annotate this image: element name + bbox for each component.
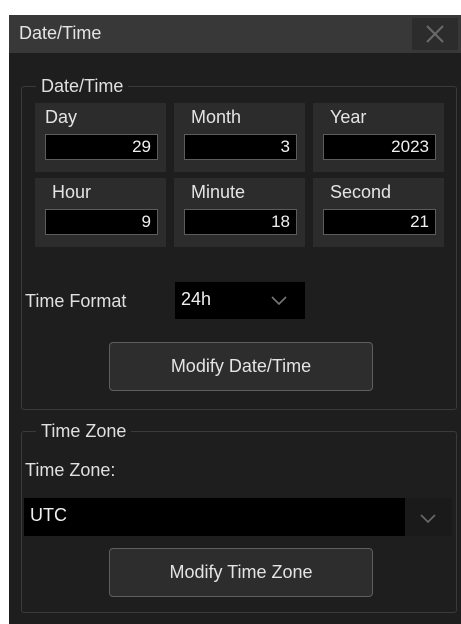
month-input[interactable]: 3 [184, 134, 297, 160]
minute-label: Minute [191, 182, 246, 202]
close-button[interactable] [412, 18, 458, 50]
second-cell: Second 21 [313, 178, 444, 247]
year-label: Year [330, 107, 367, 127]
dialog-titlebar: Date/Time [9, 15, 461, 53]
day-label: Day [45, 107, 78, 127]
day-input[interactable]: 29 [45, 134, 158, 160]
timezone-group-legend: Time Zone [36, 421, 132, 441]
day-cell: Day 29 [35, 103, 166, 172]
month-cell: Month 3 [174, 103, 305, 172]
datetime-dialog: Date/Time Date/Time Day 29 Month 3 Year … [9, 15, 461, 624]
close-icon [426, 25, 444, 43]
year-cell: Year 2023 [313, 103, 444, 172]
dialog-title: Date/Time [19, 23, 102, 43]
modify-timezone-button[interactable]: Modify Time Zone [109, 548, 373, 597]
hour-cell: Hour 9 [35, 178, 166, 247]
timezone-label: Time Zone: [25, 460, 116, 480]
chevron-down-icon [271, 296, 287, 306]
chevron-down-icon [420, 514, 436, 524]
modify-datetime-button[interactable]: Modify Date/Time [109, 342, 373, 391]
minute-input[interactable]: 18 [184, 209, 297, 235]
timezone-value: UTC [30, 505, 67, 525]
hour-input[interactable]: 9 [45, 209, 158, 235]
time-format-select[interactable]: 24h [175, 282, 305, 319]
hour-label: Hour [52, 182, 92, 202]
second-input[interactable]: 21 [323, 209, 436, 235]
timezone-select[interactable]: UTC [24, 498, 452, 536]
datetime-group-legend: Date/Time [36, 76, 129, 96]
minute-cell: Minute 18 [174, 178, 305, 247]
second-label: Second [330, 182, 392, 202]
time-format-label: Time Format [25, 291, 127, 311]
time-format-value: 24h [181, 289, 212, 309]
timezone-dropdown-button[interactable] [405, 498, 452, 536]
month-label: Month [191, 107, 242, 127]
year-input[interactable]: 2023 [323, 134, 436, 160]
